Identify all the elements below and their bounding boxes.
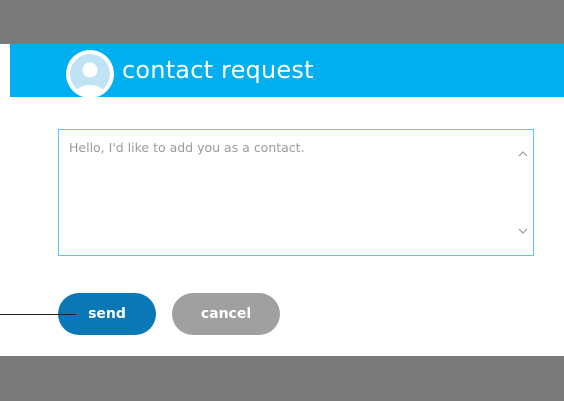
callout-line [0, 314, 76, 315]
backdrop-bottom [0, 356, 564, 401]
dialog-header: contact request [10, 44, 564, 98]
message-input[interactable]: Hello, I'd like to add you as a contact. [58, 129, 534, 256]
avatar [66, 50, 114, 98]
scroll-up-icon[interactable] [516, 146, 530, 160]
scroll-down-icon[interactable] [516, 223, 530, 237]
default-user-avatar-icon [70, 54, 110, 94]
backdrop-top [0, 0, 564, 44]
message-input-text: Hello, I'd like to add you as a contact. [69, 140, 305, 155]
dialog-title: contact request [122, 56, 314, 84]
cancel-button[interactable]: cancel [172, 293, 280, 335]
contact-request-dialog: contact request Hello, I'd like to add y… [10, 44, 564, 356]
